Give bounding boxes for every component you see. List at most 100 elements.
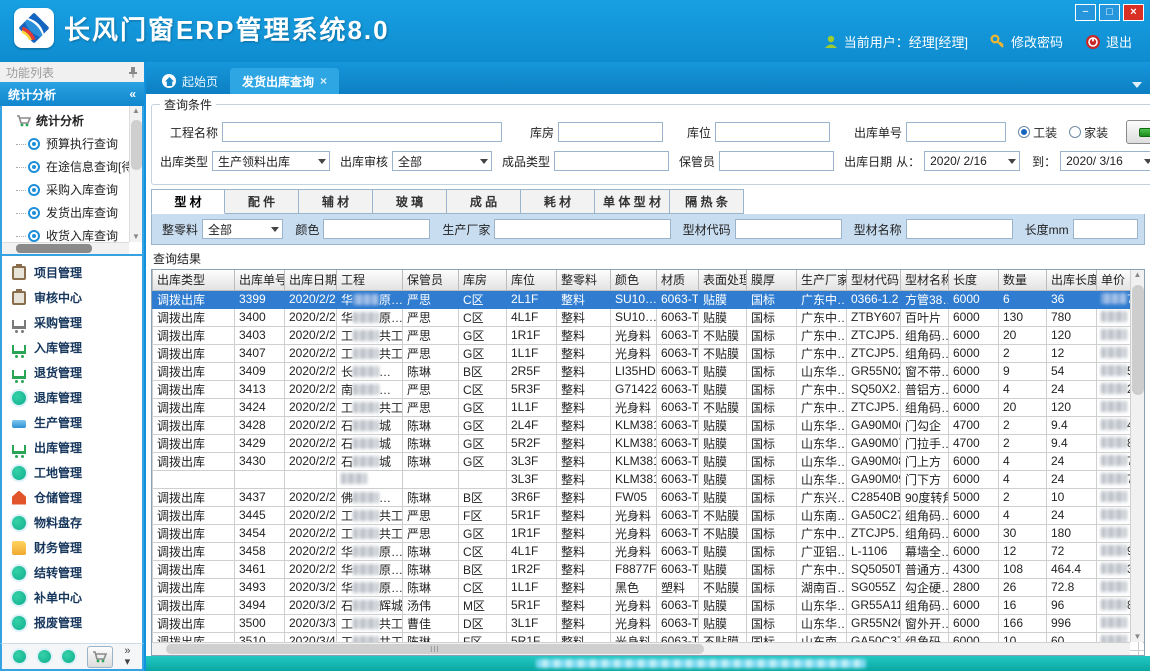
tree-item[interactable]: 预算执行查询 (6, 132, 140, 155)
sidebar-group-item[interactable]: 报废管理 (2, 610, 142, 635)
material-tab[interactable]: 玻 璃 (373, 189, 447, 214)
warehouse-input[interactable] (558, 122, 663, 142)
table-row[interactable]: 调拨出库34612020/2/28华原…陈琳B区1R2F整料F8877FT606… (153, 560, 1146, 578)
grid-column-header[interactable]: 出库日期 (285, 270, 337, 290)
color-input[interactable] (323, 219, 430, 239)
grid-vertical-scrollbar[interactable]: ▲ ▼ (1130, 270, 1144, 642)
grid-column-header[interactable]: 出库类型 (153, 270, 235, 290)
footer-dot-icon[interactable] (62, 650, 75, 663)
table-row[interactable]: 调拨出库34932020/3/2华原…陈琳C区1L1F整料黑色塑料不贴膜国标湖南… (153, 578, 1146, 596)
tree-item[interactable]: 发货出库查询 (6, 201, 140, 224)
grid-column-header[interactable]: 长度 (949, 270, 999, 290)
grid-column-header[interactable]: 生产厂家 (797, 270, 847, 290)
material-tab[interactable]: 隔 热 条 (670, 189, 744, 214)
table-row[interactable]: 调拨出库34002020/2/25华原…严思C区4L1F整料SU10…6063-… (153, 308, 1146, 326)
location-input[interactable] (715, 122, 830, 142)
tab-list-chevron-down-icon[interactable] (1132, 82, 1142, 88)
grid-column-header[interactable]: 工程 (337, 270, 403, 290)
audit-select[interactable]: 全部 (392, 151, 492, 171)
table-row[interactable]: 调拨出库34942020/3/2石辉城汤伟M区5R1F整料光身料6063-T5贴… (153, 596, 1146, 614)
sidebar-group-item[interactable]: 补单中心 (2, 585, 142, 610)
grid-column-header[interactable]: 库位 (507, 270, 557, 290)
tab-shipment-query[interactable]: 发货出库查询 × (230, 68, 339, 94)
sidebar-group-item[interactable]: 财务管理 (2, 535, 142, 560)
table-row[interactable]: 调拨出库34292020/2/26石城陈琳G区5R2F整料KLM38176063… (153, 434, 1146, 452)
logout-button[interactable]: 退出 (1085, 32, 1132, 51)
tab-home[interactable]: 起始页 (150, 68, 230, 94)
table-row[interactable]: 调拨出库34242020/2/26工共工程严思G区1L1F整料光身料6063-T… (153, 398, 1146, 416)
sidebar-group-item[interactable]: 出库管理 (2, 435, 142, 460)
scroll-up-icon[interactable]: ▲ (1131, 270, 1144, 279)
clear-conditions-button[interactable]: 清空条件 (1126, 120, 1150, 144)
sidebar-group-item[interactable]: 退库管理 (2, 385, 142, 410)
grid-column-header[interactable]: 保管员 (403, 270, 459, 290)
tab-close-icon[interactable]: × (320, 74, 327, 88)
table-row[interactable]: 调拨出库34302020/2/26石城陈琳G区3L3F整料KLM38176063… (153, 452, 1146, 470)
grid-column-header[interactable]: 库房 (459, 270, 507, 290)
material-tab[interactable]: 型 材 (151, 189, 225, 214)
sidebar-group-item[interactable]: 生产管理 (2, 410, 142, 435)
pushpin-icon[interactable] (128, 66, 138, 78)
grid-column-header[interactable]: 颜色 (611, 270, 657, 290)
out-type-select[interactable]: 生产领料出库 (212, 151, 330, 171)
grid-column-header[interactable]: 数量 (999, 270, 1047, 290)
sidebar-group-item[interactable]: 工地管理 (2, 460, 142, 485)
scroll-down-icon[interactable]: ▼ (1131, 632, 1144, 641)
table-row[interactable]: 调拨出库34542020/2/28工共工程严思G区1R1F整料光身料6063-T… (153, 524, 1146, 542)
sidebar-group-item[interactable]: 入库管理 (2, 335, 142, 360)
profile-code-input[interactable] (735, 219, 842, 239)
length-input[interactable] (1073, 219, 1138, 239)
grid-column-header[interactable]: 表面处理 (699, 270, 747, 290)
footer-cart-button[interactable] (87, 646, 113, 668)
table-row[interactable]: 调拨出库35002020/3/3工共工程曹佳D区3L1F整料光身料6063-T5… (153, 614, 1146, 632)
tree-item[interactable]: 采购入库查询 (6, 178, 140, 201)
table-row[interactable]: 调拨出库34132020/2/26南…严思C区5R3F整料G714226063-… (153, 380, 1146, 398)
table-row[interactable]: 3L3F整料KLM38176063-T5贴膜国标山东华…GA90M09.门下方6… (153, 470, 1146, 488)
tree-vscroll-thumb[interactable] (131, 120, 142, 170)
material-tab[interactable]: 耗 材 (521, 189, 595, 214)
grid-column-header[interactable]: 型材名称 (901, 270, 949, 290)
grid-column-header[interactable]: 出库长度 (1047, 270, 1097, 290)
close-button[interactable]: × (1123, 4, 1144, 21)
grid-hscroll-thumb[interactable]: III (166, 644, 704, 654)
grid-column-header[interactable]: 出库单号 (235, 270, 285, 290)
table-row[interactable]: 调拨出库34282020/2/26石城陈琳G区2L4F整料KLM38176063… (153, 416, 1146, 434)
sidebar-group-item[interactable]: 仓储管理 (2, 485, 142, 510)
grid-column-header[interactable]: 型材代码 (847, 270, 901, 290)
table-row[interactable]: 调拨出库34372020/2/27佛…陈琳B区3R6F整料FW056063-T5… (153, 488, 1146, 506)
footer-dot-icon[interactable] (38, 650, 51, 663)
grid-horizontal-scrollbar[interactable]: III (152, 642, 1130, 655)
profile-name-input[interactable] (906, 219, 1013, 239)
change-password-button[interactable]: 修改密码 (990, 32, 1063, 51)
product-type-input[interactable] (554, 151, 669, 171)
tree-root[interactable]: 统计分析 (6, 110, 140, 132)
material-tab[interactable]: 辅 材 (299, 189, 373, 214)
material-tab[interactable]: 单 体 型 材 (595, 189, 670, 214)
material-tab[interactable]: 成 品 (447, 189, 521, 214)
date-to-picker[interactable]: 2020/ 3/16 (1060, 151, 1150, 171)
sidebar-group-item[interactable]: 审核中心 (2, 285, 142, 310)
table-row[interactable]: 调拨出库34072020/2/25工共工程严思G区1L1F整料光身料6063-T… (153, 344, 1146, 362)
tree-vertical-scrollbar[interactable]: ▲ ▼ (129, 106, 142, 242)
sidebar-group-item[interactable]: 物料盘存 (2, 510, 142, 535)
keeper-input[interactable] (719, 151, 834, 171)
tree-hscroll-thumb[interactable] (16, 244, 92, 253)
jiazhuang-radio[interactable] (1069, 126, 1081, 138)
scroll-up-icon[interactable]: ▲ (130, 106, 142, 115)
grid-column-header[interactable]: 材质 (657, 270, 699, 290)
table-row[interactable]: 调拨出库34452020/2/27工共工程严思F区5R1F整料光身料6063-T… (153, 506, 1146, 524)
sidebar-group-item[interactable]: 项目管理 (2, 260, 142, 285)
factory-input[interactable] (494, 219, 670, 239)
project-name-input[interactable] (222, 122, 502, 142)
footer-dot-icon[interactable] (13, 650, 26, 663)
tree-item[interactable]: 在途信息查询[待 (6, 155, 140, 178)
grid-column-header[interactable]: 膜厚 (747, 270, 797, 290)
grid-vscroll-thumb[interactable] (1132, 285, 1144, 395)
order-no-input[interactable] (906, 122, 1006, 142)
collapse-icon[interactable]: « (129, 87, 136, 101)
sidebar-group-item[interactable]: 退货管理 (2, 360, 142, 385)
sidebar-group-item[interactable]: 结转管理 (2, 560, 142, 585)
minimize-button[interactable]: − (1075, 4, 1096, 21)
zhengling-select[interactable]: 全部 (202, 219, 283, 239)
tree-horizontal-scrollbar[interactable] (2, 242, 129, 254)
